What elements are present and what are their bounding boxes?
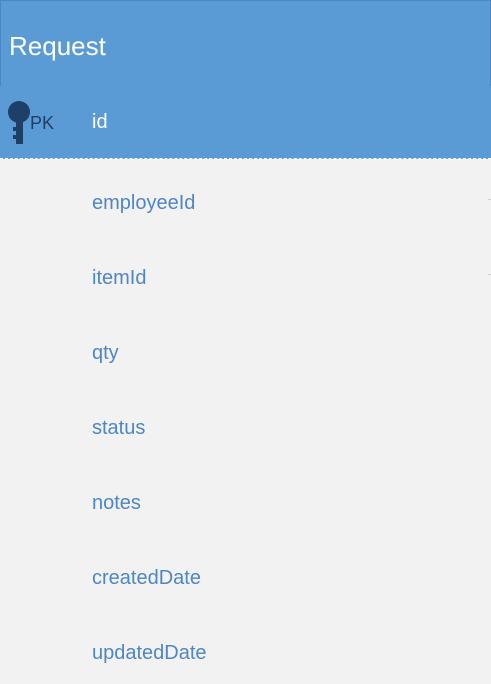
primary-key-row[interactable]: PK id bbox=[0, 86, 491, 159]
entity-title: Request bbox=[9, 31, 106, 61]
pk-label: PK bbox=[30, 113, 55, 133]
field-employeeid[interactable]: employeeId bbox=[92, 191, 195, 215]
entity-request[interactable]: Request PK id employeeId itemId qty stat… bbox=[0, 0, 491, 684]
field-status[interactable]: status bbox=[92, 416, 145, 440]
entity-header[interactable]: Request bbox=[0, 0, 491, 86]
pk-field-name: id bbox=[92, 111, 108, 133]
field-notes[interactable]: notes bbox=[92, 491, 141, 515]
field-updateddate[interactable]: updatedDate bbox=[92, 641, 207, 665]
field-qty[interactable]: qty bbox=[92, 341, 119, 365]
field-createddate[interactable]: createdDate bbox=[92, 566, 201, 590]
entity-fields[interactable]: employeeId itemId qty status notes creat… bbox=[0, 159, 491, 684]
key-icon bbox=[8, 101, 30, 144]
field-itemid[interactable]: itemId bbox=[92, 266, 146, 290]
